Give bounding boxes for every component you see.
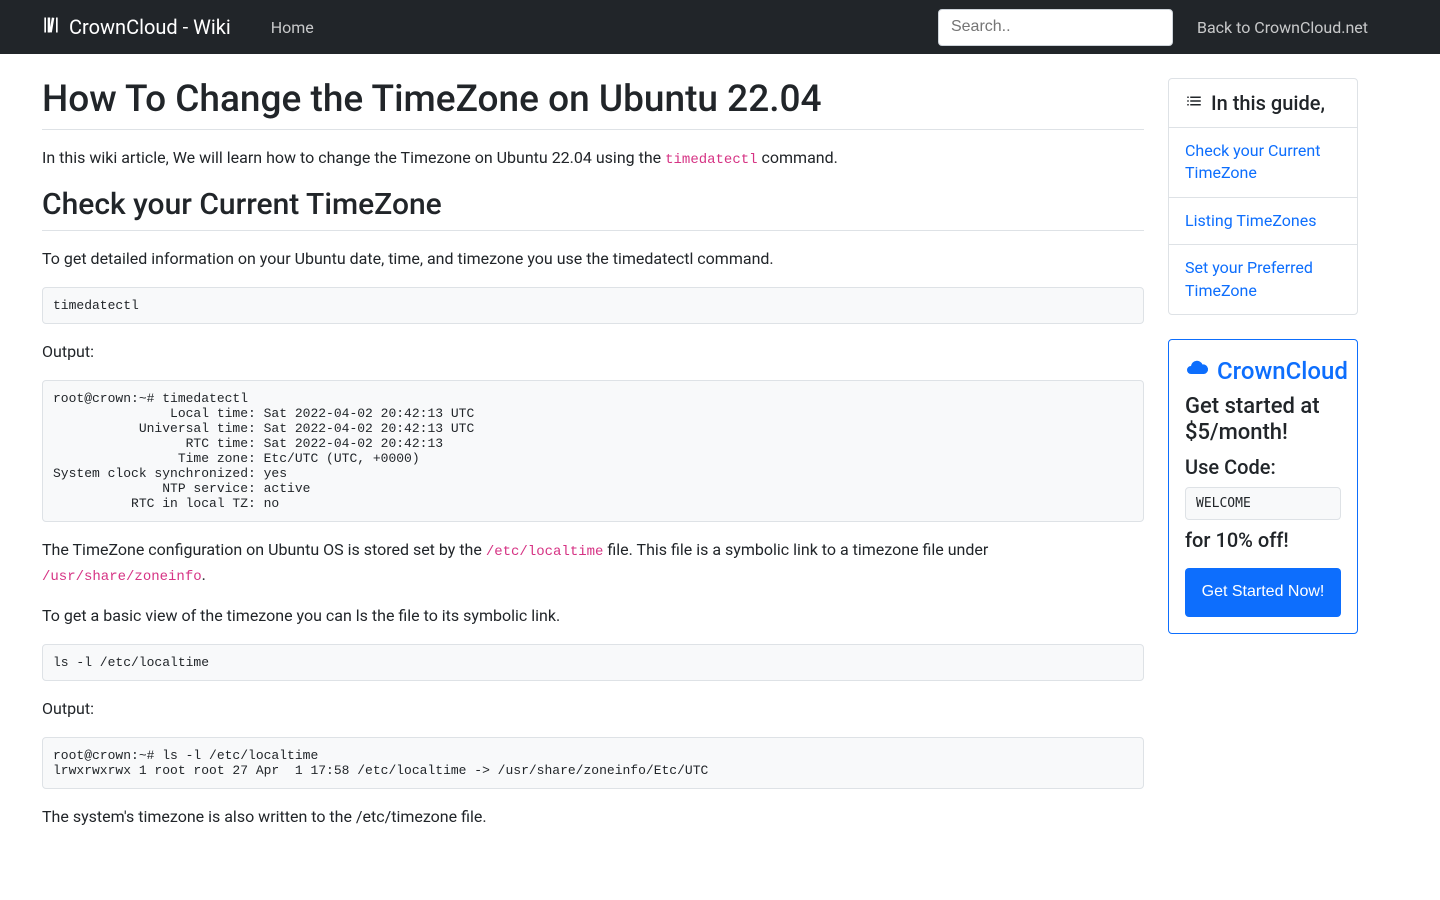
brand-text: CrownCloud - Wiki bbox=[69, 15, 231, 39]
promo-card: CrownCloud Get started at $5/month! Use … bbox=[1168, 339, 1358, 634]
section-check-timezone: Check your Current TimeZone bbox=[42, 187, 1144, 231]
toc-item-set[interactable]: Set your Preferred TimeZone bbox=[1169, 245, 1357, 314]
output-label-2: Output: bbox=[42, 697, 1144, 721]
promo-brand: CrownCloud bbox=[1217, 357, 1348, 385]
top-navbar: CrownCloud - Wiki Home Back to CrownClou… bbox=[0, 0, 1440, 54]
nav-right: Back to CrownCloud.net bbox=[938, 9, 1424, 46]
sec1-p2-b: file. This file is a symbolic link to a … bbox=[603, 540, 988, 559]
code-block-output2: root@crown:~# ls -l /etc/localtime lrwxr… bbox=[42, 737, 1144, 789]
page-container: How To Change the TimeZone on Ubuntu 22.… bbox=[0, 54, 1400, 869]
list-icon bbox=[1185, 91, 1203, 115]
sec1-p3: To get a basic view of the timezone you … bbox=[42, 604, 1144, 628]
intro-code: timedatectl bbox=[665, 152, 757, 168]
code-block-timedatectl: timedatectl bbox=[42, 287, 1144, 324]
toc-card: In this guide, Check your Current TimeZo… bbox=[1168, 78, 1358, 315]
output-label-1: Output: bbox=[42, 340, 1144, 364]
intro-text-b: command. bbox=[758, 148, 838, 167]
get-started-button[interactable]: Get Started Now! bbox=[1185, 568, 1341, 617]
promo-title[interactable]: CrownCloud bbox=[1185, 356, 1341, 386]
toc-header: In this guide, bbox=[1169, 79, 1357, 128]
sec1-p2-a: The TimeZone configuration on Ubuntu OS … bbox=[42, 540, 486, 559]
toc-list: Check your Current TimeZone Listing Time… bbox=[1169, 128, 1357, 314]
sec1-p2: The TimeZone configuration on Ubuntu OS … bbox=[42, 538, 1144, 588]
intro-paragraph: In this wiki article, We will learn how … bbox=[42, 146, 1144, 171]
toc-item-listing[interactable]: Listing TimeZones bbox=[1169, 198, 1357, 245]
promo-discount: for 10% off! bbox=[1185, 528, 1341, 552]
sidebar: In this guide, Check your Current TimeZo… bbox=[1168, 78, 1358, 845]
promo-code-value: WELCOME bbox=[1185, 487, 1341, 520]
brand-link[interactable]: CrownCloud - Wiki bbox=[41, 15, 231, 40]
article-main: How To Change the TimeZone on Ubuntu 22.… bbox=[42, 78, 1144, 845]
nav-home[interactable]: Home bbox=[255, 10, 330, 45]
code-block-output1: root@crown:~# timedatectl Local time: Sa… bbox=[42, 380, 1144, 522]
sec1-p4: The system's timezone is also written to… bbox=[42, 805, 1144, 829]
books-icon bbox=[41, 15, 61, 40]
intro-text-a: In this wiki article, We will learn how … bbox=[42, 148, 665, 167]
promo-subtitle: Get started at $5/month! bbox=[1185, 394, 1341, 447]
code-etc-localtime: /etc/localtime bbox=[486, 544, 604, 560]
promo-code-label: Use Code: bbox=[1185, 455, 1341, 479]
toc-title: In this guide, bbox=[1211, 91, 1325, 115]
toc-item-check[interactable]: Check your Current TimeZone bbox=[1169, 128, 1357, 198]
cloud-icon bbox=[1185, 356, 1209, 386]
page-title: How To Change the TimeZone on Ubuntu 22.… bbox=[42, 78, 1144, 130]
nav-links: Home bbox=[255, 10, 938, 45]
search-input[interactable] bbox=[938, 9, 1173, 46]
sec1-p1: To get detailed information on your Ubun… bbox=[42, 247, 1144, 271]
code-zoneinfo: /usr/share/zoneinfo bbox=[42, 569, 202, 585]
sec1-p2-c: . bbox=[202, 565, 206, 584]
code-block-ls: ls -l /etc/localtime bbox=[42, 644, 1144, 681]
back-to-site-link[interactable]: Back to CrownCloud.net bbox=[1181, 10, 1384, 45]
